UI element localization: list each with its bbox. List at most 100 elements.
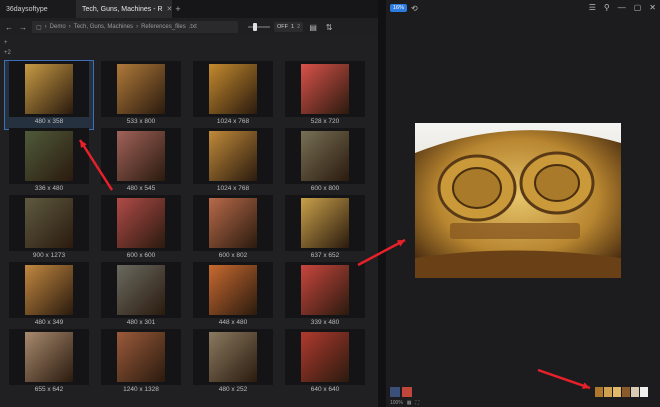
thumbnail-image[interactable] xyxy=(101,61,181,117)
zoom-toggle[interactable]: OFF 1 2 xyxy=(274,22,304,32)
preview-image xyxy=(415,123,621,278)
forward-icon[interactable]: → xyxy=(18,21,28,33)
sort-icon[interactable]: ⇅ xyxy=(323,21,335,33)
thumbnail-item[interactable]: 448 x 480 xyxy=(189,262,277,330)
thumbnail-item[interactable]: 533 x 800 xyxy=(97,61,185,129)
thumbnail-image[interactable] xyxy=(9,329,89,385)
thumbnail-image[interactable] xyxy=(285,329,365,385)
thumbnail-image[interactable] xyxy=(101,195,181,251)
thumbnail-image[interactable] xyxy=(9,61,89,117)
thumbnail-image[interactable] xyxy=(193,61,273,117)
thumbnail-picture xyxy=(209,265,257,315)
thumbnail-item[interactable]: 528 x 720 xyxy=(281,61,369,129)
thumbnail-caption: 533 x 800 xyxy=(126,118,156,125)
thumbnail-image[interactable] xyxy=(193,262,273,318)
thumbnail-image[interactable] xyxy=(285,195,365,251)
thumbnail-caption: 336 x 480 xyxy=(34,185,64,192)
color-swatch[interactable] xyxy=(390,387,400,397)
thumbnail-caption: 600 x 802 xyxy=(218,252,248,259)
minimize-icon[interactable]: — xyxy=(618,3,626,12)
thumbnail-image[interactable] xyxy=(101,128,181,184)
thumbnail-image[interactable] xyxy=(101,329,181,385)
palette-swatch[interactable] xyxy=(622,387,630,397)
add-tab-icon[interactable]: + xyxy=(172,4,184,14)
thumbnail-size-slider[interactable] xyxy=(248,23,270,31)
palette-swatch[interactable] xyxy=(604,387,612,397)
thumbnail-image[interactable] xyxy=(193,128,273,184)
thumbnail-image[interactable] xyxy=(9,262,89,318)
thumbnail-image[interactable] xyxy=(193,329,273,385)
thumbnail-item[interactable]: 480 x 545 xyxy=(97,128,185,196)
folder-icon: ▢ xyxy=(36,24,42,31)
refresh-icon[interactable]: ⟲ xyxy=(411,4,418,13)
tab-label: 36daysoftype xyxy=(6,5,48,13)
thumbnail-image[interactable] xyxy=(285,128,365,184)
thumbnail-image[interactable] xyxy=(9,195,89,251)
grid-icon[interactable]: ▦ xyxy=(407,400,412,406)
thumbnail-caption: 640 x 640 xyxy=(310,386,340,393)
thumbnail-caption: 1024 x 768 xyxy=(216,118,250,125)
pin-icon[interactable]: ⚲ xyxy=(604,3,610,12)
thumbnail-picture xyxy=(301,265,349,315)
thumbnail-picture xyxy=(25,64,73,114)
thumbnail-image[interactable] xyxy=(285,61,365,117)
fit-icon[interactable]: ⛶ xyxy=(416,400,420,406)
panel-splitter[interactable] xyxy=(378,0,386,407)
thumbnail-item[interactable]: 1024 x 768 xyxy=(189,61,277,129)
thumbnail-picture xyxy=(117,265,165,315)
breadcrumb-item[interactable]: Tech, Guns, Machines xyxy=(74,24,133,30)
palette-swatch[interactable] xyxy=(631,387,639,397)
thumbnail-item[interactable]: 600 x 800 xyxy=(281,128,369,196)
tab-36daysoftype[interactable]: 36daysoftype xyxy=(0,0,76,18)
zoom-value-b: 2 xyxy=(297,24,301,30)
thumbnail-image[interactable] xyxy=(285,262,365,318)
menu-icon[interactable]: ☰ xyxy=(589,3,596,12)
thumbnail-image[interactable] xyxy=(101,262,181,318)
thumbnail-item[interactable]: 480 x 349 xyxy=(5,262,93,330)
thumbnail-picture xyxy=(25,265,73,315)
sidebar-add[interactable]: + xyxy=(4,40,16,50)
palette-swatch[interactable] xyxy=(640,387,648,397)
palette-swatch[interactable] xyxy=(613,387,621,397)
filter-icon[interactable]: ▤ xyxy=(307,21,319,33)
tab-bar: 36daysoftype Tech, Guns, Machines - R ✕ … xyxy=(0,0,378,18)
thumbnail-item[interactable]: 1240 x 1328 xyxy=(97,329,185,397)
thumbnail-picture xyxy=(209,64,257,114)
thumbnail-item[interactable]: 1024 x 768 xyxy=(189,128,277,196)
thumbnail-item[interactable]: 900 x 1273 xyxy=(5,195,93,263)
thumbnail-image[interactable] xyxy=(9,128,89,184)
thumbnail-picture xyxy=(117,332,165,382)
thumbnail-caption: 448 x 480 xyxy=(218,319,248,326)
preview-toolbar: 16% ⟲ ☰ ⚲ — ▢ ✕ xyxy=(386,0,660,16)
thumbnail-item[interactable]: 480 x 301 xyxy=(97,262,185,330)
mini-sidebar: + +2 xyxy=(4,40,16,60)
tab-tech-guns-machines[interactable]: Tech, Guns, Machines - R ✕ xyxy=(76,0,172,18)
color-swatch[interactable] xyxy=(402,387,412,397)
thumbnail-picture xyxy=(25,332,73,382)
thumbnail-item[interactable]: 637 x 652 xyxy=(281,195,369,263)
maximize-icon[interactable]: ▢ xyxy=(634,3,642,12)
breadcrumb-item[interactable]: Demo xyxy=(50,24,66,30)
tab-label: Tech, Guns, Machines - R xyxy=(82,5,163,13)
thumbnail-item[interactable]: 600 x 600 xyxy=(97,195,185,263)
thumbnail-caption: 600 x 600 xyxy=(126,252,156,259)
thumbnail-item[interactable]: 600 x 802 xyxy=(189,195,277,263)
thumbnail-image[interactable] xyxy=(193,195,273,251)
thumbnail-item[interactable]: 339 x 480 xyxy=(281,262,369,330)
thumbnail-item[interactable]: 655 x 642 xyxy=(5,329,93,397)
thumbnail-picture xyxy=(117,198,165,248)
sidebar-count[interactable]: +2 xyxy=(4,50,16,60)
breadcrumb-item[interactable]: References_files xyxy=(141,24,186,30)
zoom-badge[interactable]: 16% xyxy=(390,4,408,12)
thumbnail-item[interactable]: 336 x 480 xyxy=(5,128,93,196)
palette-swatch[interactable] xyxy=(595,387,603,397)
breadcrumb-item: .txt xyxy=(188,24,197,30)
thumbnail-item[interactable]: 480 x 252 xyxy=(189,329,277,397)
slider-knob[interactable] xyxy=(253,23,257,31)
close-icon[interactable]: ✕ xyxy=(649,3,656,12)
breadcrumb[interactable]: ▢ › Demo › Tech, Guns, Machines › Refere… xyxy=(32,21,238,33)
thumbnail-item[interactable]: 480 x 358 xyxy=(4,60,94,130)
thumbnail-caption: 528 x 720 xyxy=(310,118,340,125)
thumbnail-item[interactable]: 640 x 640 xyxy=(281,329,369,397)
back-icon[interactable]: ← xyxy=(4,21,14,33)
